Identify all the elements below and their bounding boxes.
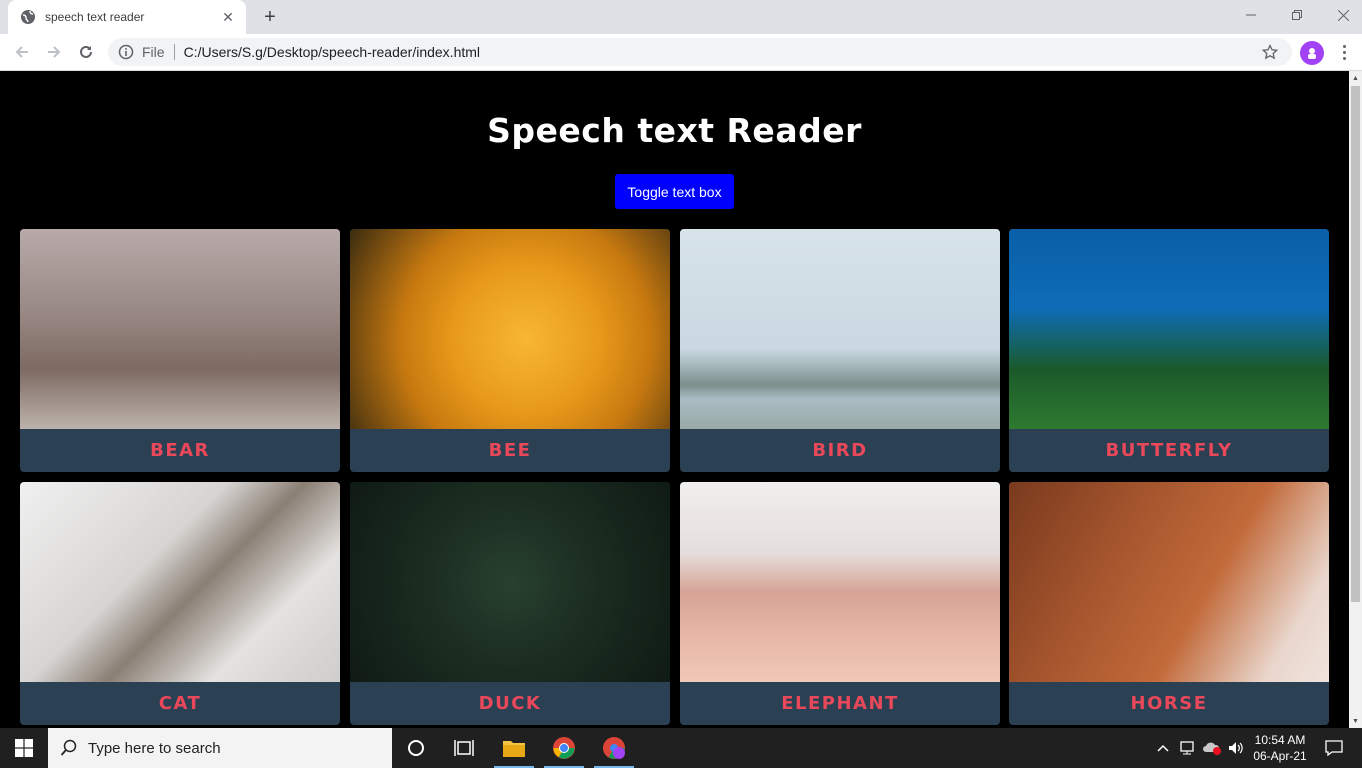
card-elephant[interactable]: ELEPHANT <box>680 482 1000 725</box>
browser-toolbar: File C:/Users/S.g/Desktop/speech-reader/… <box>0 34 1362 71</box>
search-placeholder: Type here to search <box>88 739 221 757</box>
chrome-profile-icon[interactable] <box>590 728 638 768</box>
network-icon[interactable] <box>1176 728 1200 768</box>
cortana-icon[interactable] <box>392 728 440 768</box>
scroll-up-arrow-icon[interactable]: ▲ <box>1349 71 1362 85</box>
card-butterfly[interactable]: BUTTERFLY <box>1009 229 1329 472</box>
chrome-icon[interactable] <box>540 728 588 768</box>
card-horse[interactable]: HORSE <box>1009 482 1329 725</box>
card-label: CAT <box>158 693 202 714</box>
globe-icon <box>21 10 35 24</box>
card-bee[interactable]: BEE <box>350 229 670 472</box>
bird-image <box>680 229 1000 429</box>
clock-time: 10:54 AM <box>1254 733 1306 747</box>
card-label: BEAR <box>150 440 210 461</box>
tab-title: speech text reader <box>45 10 145 24</box>
scrollbar-thumb[interactable] <box>1351 86 1360 602</box>
scroll-down-arrow-icon[interactable]: ▼ <box>1349 714 1362 728</box>
bookmark-star-icon[interactable] <box>1260 42 1280 62</box>
clock-date: 06-Apr-21 <box>1253 749 1307 763</box>
url-separator <box>173 44 175 60</box>
show-hidden-icons-chevron-icon[interactable] <box>1152 728 1174 768</box>
info-icon[interactable] <box>118 44 134 60</box>
windows-taskbar: Type here to search 10:54 AM 06-Apr-21 <box>0 728 1362 768</box>
close-window-icon[interactable] <box>1320 0 1362 30</box>
card-bird[interactable]: BIRD <box>680 229 1000 472</box>
card-label: HORSE <box>1130 693 1208 714</box>
elephant-image <box>680 482 1000 682</box>
tab-strip: speech text reader ✕ + <box>0 0 1362 34</box>
card-label: ELEPHANT <box>781 693 899 714</box>
bee-image <box>350 229 670 429</box>
restore-icon[interactable] <box>1274 0 1320 30</box>
card-label: BEE <box>488 440 532 461</box>
card-label: DUCK <box>478 693 542 714</box>
minimize-icon[interactable] <box>1228 0 1274 30</box>
file-explorer-icon[interactable] <box>490 728 538 768</box>
close-tab-icon[interactable]: ✕ <box>220 9 236 25</box>
card-duck[interactable]: DUCK <box>350 482 670 725</box>
browser-tab[interactable]: speech text reader ✕ <box>8 0 246 34</box>
card-label: BIRD <box>812 440 868 461</box>
search-icon <box>60 739 77 756</box>
menu-kebab-icon[interactable] <box>1334 42 1354 62</box>
taskbar-search-box[interactable]: Type here to search <box>48 728 392 768</box>
duck-image <box>350 482 670 682</box>
page-scrollbar[interactable]: ▲ ▼ <box>1349 71 1362 728</box>
url-text[interactable]: C:/Users/S.g/Desktop/speech-reader/index… <box>184 44 1260 60</box>
url-scheme: File <box>142 44 165 60</box>
horse-image <box>1009 482 1329 682</box>
card-label: BUTTERFLY <box>1105 440 1233 461</box>
page-viewport: Speech text Reader Toggle text box BEAR … <box>0 71 1349 728</box>
bear-image <box>20 229 340 429</box>
page-title: Speech text Reader <box>487 111 862 150</box>
forward-arrow-icon[interactable] <box>40 38 68 66</box>
new-tab-icon[interactable]: + <box>258 5 282 29</box>
action-center-icon[interactable] <box>1316 728 1352 768</box>
reload-icon[interactable] <box>72 38 100 66</box>
toggle-text-box-button[interactable]: Toggle text box <box>615 174 734 209</box>
card-bear[interactable]: BEAR <box>20 229 340 472</box>
cat-image <box>20 482 340 682</box>
profile-avatar-icon[interactable] <box>1300 41 1324 65</box>
address-bar[interactable]: File C:/Users/S.g/Desktop/speech-reader/… <box>108 38 1292 66</box>
onedrive-icon[interactable] <box>1200 728 1224 768</box>
volume-icon[interactable] <box>1224 728 1248 768</box>
back-arrow-icon[interactable] <box>8 38 36 66</box>
card-cat[interactable]: CAT <box>20 482 340 725</box>
taskbar-clock[interactable]: 10:54 AM 06-Apr-21 <box>1250 732 1310 764</box>
butterfly-image <box>1009 229 1329 429</box>
windows-start-icon[interactable] <box>0 728 48 768</box>
task-view-icon[interactable] <box>440 728 488 768</box>
